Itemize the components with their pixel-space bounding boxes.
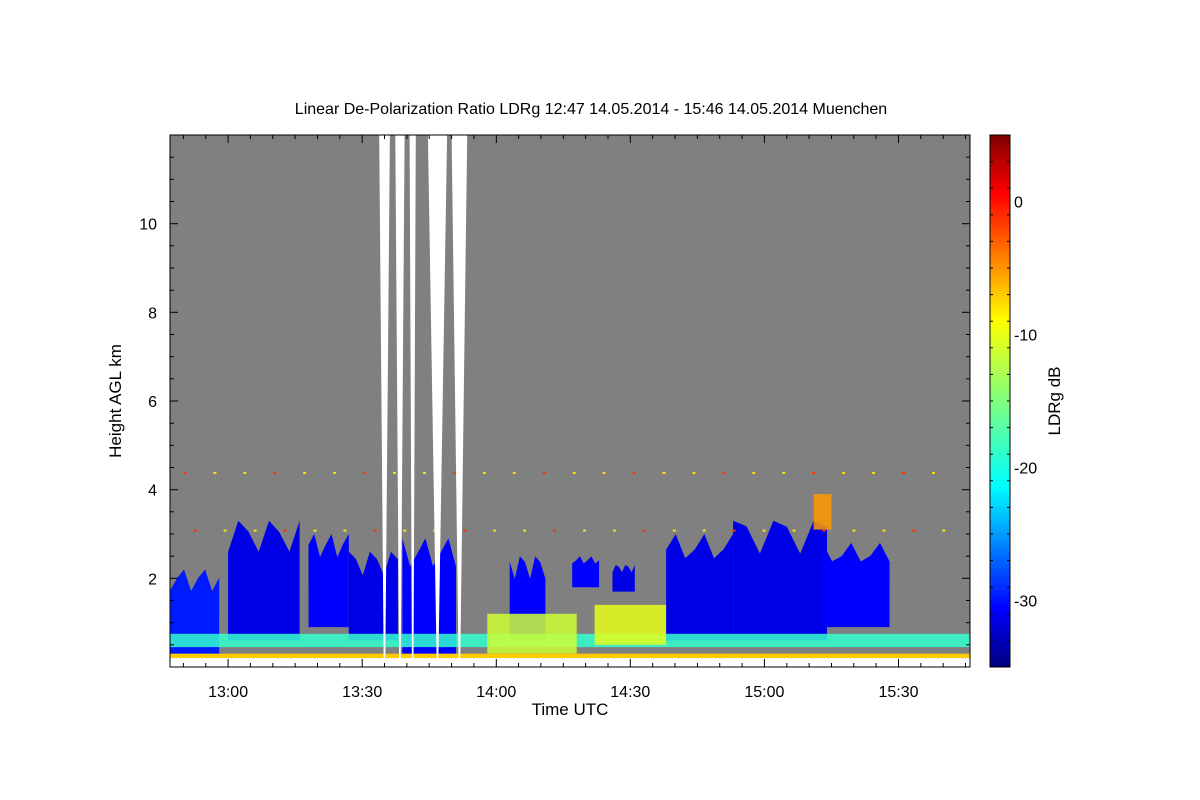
y-tick-label: 4 bbox=[148, 483, 157, 500]
y-tick-label: 6 bbox=[148, 394, 157, 411]
y-tick-label: 10 bbox=[139, 217, 157, 234]
speckle bbox=[702, 529, 706, 532]
speckle bbox=[463, 529, 467, 532]
speckle bbox=[782, 471, 786, 474]
x-tick-label: 15:00 bbox=[744, 684, 784, 701]
speckle bbox=[912, 529, 916, 532]
speckle bbox=[452, 471, 456, 474]
cloud-region bbox=[733, 520, 827, 641]
speckle bbox=[553, 529, 556, 532]
speckle bbox=[852, 529, 856, 532]
speckle bbox=[303, 471, 307, 474]
cloud-region bbox=[308, 534, 349, 628]
cloud-region bbox=[666, 534, 734, 641]
x-tick-label: 14:00 bbox=[476, 684, 516, 701]
speckle bbox=[223, 529, 227, 532]
speckle bbox=[872, 471, 876, 474]
speckle bbox=[792, 529, 796, 532]
speckle bbox=[932, 471, 935, 474]
x-axis-label: Time UTC bbox=[532, 700, 609, 719]
speckle bbox=[313, 529, 317, 532]
speckle bbox=[583, 529, 586, 532]
speckle bbox=[752, 471, 756, 474]
speckle bbox=[602, 471, 606, 474]
ground-layer bbox=[170, 653, 970, 659]
colorbar: 0 -10 -20 -30 bbox=[989, 134, 1037, 668]
cloud-region bbox=[348, 551, 398, 641]
colorbar-tick-label: 0 bbox=[1014, 195, 1023, 212]
speckle bbox=[692, 471, 696, 474]
speckle bbox=[842, 471, 846, 474]
colorbar-tick-label: -10 bbox=[1014, 328, 1037, 345]
colorbar-tick-label: -30 bbox=[1014, 594, 1037, 611]
x-tick-label: 13:00 bbox=[208, 684, 248, 701]
colorbar-tick-label: -20 bbox=[1014, 461, 1037, 478]
ground-no-data bbox=[170, 658, 970, 667]
depolarizing-layer bbox=[813, 494, 832, 530]
speckle bbox=[722, 471, 726, 474]
speckle bbox=[822, 529, 826, 532]
speckle bbox=[612, 529, 616, 532]
speckle bbox=[343, 529, 347, 532]
depolarizing-layer bbox=[487, 613, 577, 654]
speckle bbox=[243, 471, 247, 474]
speckle bbox=[902, 471, 906, 474]
speckle bbox=[393, 471, 396, 474]
chart-title: Linear De-Polarization Ratio LDRg 12:47 … bbox=[295, 101, 887, 118]
plot-area bbox=[170, 135, 970, 667]
speckle bbox=[283, 529, 287, 532]
speckle bbox=[193, 529, 197, 532]
x-tick-label: 14:30 bbox=[610, 684, 650, 701]
speckle bbox=[632, 471, 636, 474]
speckle bbox=[423, 471, 426, 474]
speckle bbox=[523, 529, 527, 532]
speckle bbox=[762, 529, 766, 532]
speckle bbox=[213, 471, 217, 474]
speckle bbox=[882, 529, 886, 532]
speckle bbox=[642, 529, 646, 532]
speckle bbox=[512, 471, 516, 474]
speckle bbox=[253, 529, 257, 532]
y-tick-label: 8 bbox=[148, 305, 157, 322]
x-tick-label: 13:30 bbox=[342, 684, 382, 701]
speckle bbox=[732, 529, 736, 532]
speckle bbox=[672, 529, 676, 532]
ldr-chart: Linear De-Polarization Ratio LDRg 12:47 … bbox=[106, 101, 1064, 719]
speckle bbox=[542, 471, 546, 474]
speckle bbox=[183, 471, 187, 474]
colorbar-label: LDRg dB bbox=[1045, 367, 1064, 436]
y-tick-label: 2 bbox=[148, 571, 157, 588]
depolarizing-layer bbox=[594, 604, 667, 645]
y-axis-label: Height AGL km bbox=[106, 344, 125, 458]
x-tick-label: 15:30 bbox=[878, 684, 918, 701]
speckle bbox=[493, 529, 497, 532]
speckle bbox=[363, 471, 367, 474]
speckle bbox=[662, 471, 666, 474]
speckle bbox=[942, 529, 946, 532]
speckle bbox=[273, 471, 277, 474]
speckle bbox=[373, 529, 377, 532]
speckle bbox=[403, 529, 407, 532]
speckle bbox=[482, 471, 486, 474]
speckle bbox=[572, 471, 576, 474]
speckle bbox=[333, 471, 337, 474]
speckle bbox=[812, 471, 816, 474]
